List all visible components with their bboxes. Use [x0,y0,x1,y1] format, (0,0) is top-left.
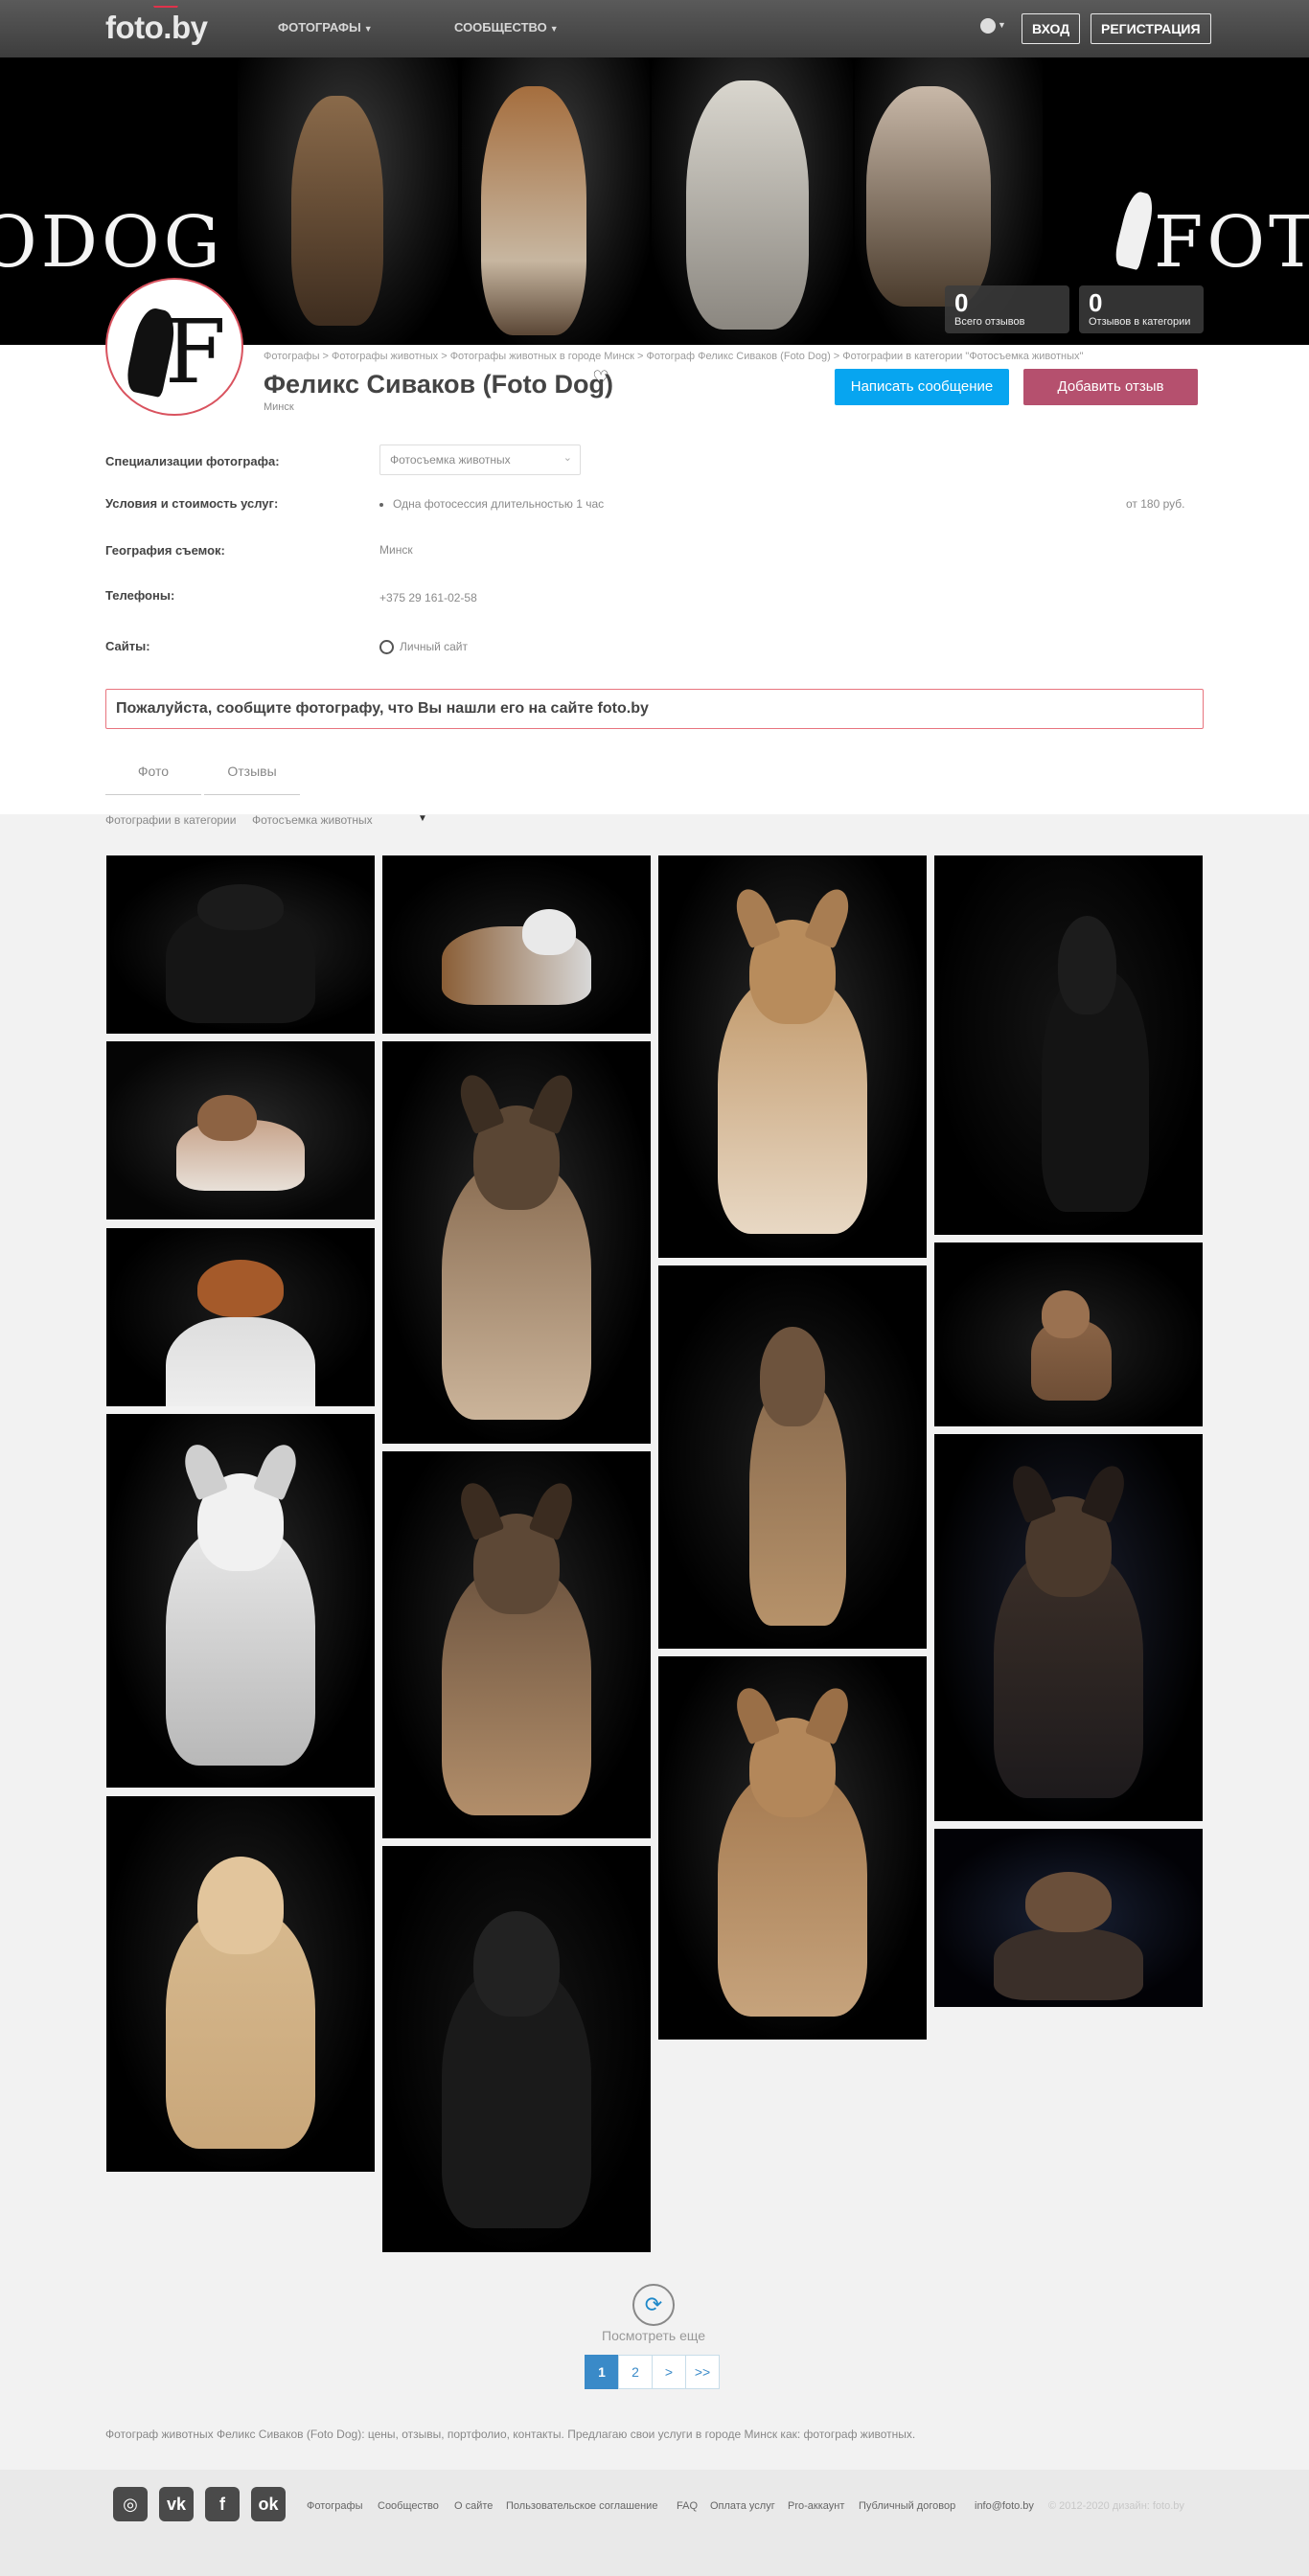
nav-photographers[interactable]: ФОТОГРАФЫ ▼ [278,20,373,34]
footer-link-faq[interactable]: FAQ [677,2500,698,2512]
gallery-photo[interactable] [934,1242,1203,1426]
gallery-photo[interactable] [658,855,927,1258]
gallery-photo[interactable] [934,855,1203,1235]
gallery-photo[interactable] [658,1656,927,2040]
gallery-photo[interactable] [106,1414,375,1788]
spec-label: Специализации фотографа: [105,454,280,468]
logo-roof-icon [149,6,178,15]
specialization-select[interactable]: Фотосъемка животных ⌄ [379,445,581,475]
footer-link-email[interactable]: info@foto.by [975,2500,1034,2512]
profile-section: F Фотографы > Фотографы животных > Фотог… [0,278,1309,814]
next-page-link[interactable]: > [652,2355,686,2389]
banner-brand-text-left: ODOG [0,201,224,284]
banner-photo [652,57,853,345]
gallery-photo[interactable] [106,1228,375,1406]
globe-icon[interactable] [980,18,996,34]
geo-value: Минск [379,543,413,557]
geo-label: География съемок: [105,543,225,558]
tab-reviews[interactable]: Отзывы [204,757,300,795]
banner-photo [238,57,458,345]
profile-city: Минск [264,401,294,413]
bullet-icon [379,502,383,507]
caret-down-icon: ▼ [549,24,559,34]
footer-link-about[interactable]: О сайте [454,2500,493,2512]
terms-item: Одна фотосессия длительностью 1 час [379,497,604,511]
register-button[interactable]: РЕГИСТРАЦИЯ [1091,13,1211,44]
top-navbar: foto.by ФОТОГРАФЫ ▼ СООБЩЕСТВО ▼ ▼ ВХОД РЕ… [0,0,1309,57]
personal-site-label: Личный сайт [400,640,468,653]
dog-silhouette-icon [1112,189,1158,271]
odnoklassniki-icon[interactable]: ok [251,2487,286,2521]
breadcrumb[interactable]: Фотографы > Фотографы животных > Фотогра… [264,351,1083,362]
footer: ◎ vk f ok Фотографы Сообщество О сайте П… [0,2470,1309,2576]
footer-link-payment[interactable]: Оплата услуг [710,2500,775,2512]
category-filter-select[interactable]: Фотосъемка животных [252,813,373,827]
gallery-photo[interactable] [382,1041,651,1444]
gallery-photo[interactable] [934,1829,1203,2007]
stat-number: 0 [1089,288,1103,317]
footer-link-pro[interactable]: Pro-аккаунт [788,2500,844,2512]
sites-label: Сайты: [105,639,150,653]
caret-down-icon: ▼ [363,24,373,34]
total-reviews-stat: 0 Всего отзывов [945,285,1069,333]
instagram-icon[interactable]: ◎ [113,2487,148,2521]
copyright: © 2012-2020 дизайн: foto.by [1048,2500,1184,2512]
tab-photos[interactable]: Фото [105,757,201,795]
last-page-link[interactable]: >> [685,2355,720,2389]
gallery-photo[interactable] [106,1796,375,2172]
phones-label: Телефоны: [105,588,175,603]
show-more-link[interactable]: Посмотреть еще [602,2328,705,2343]
footer-link-photographers[interactable]: Фотографы [307,2500,362,2512]
pagination: 1 2 > >> [585,2355,720,2389]
page-link[interactable]: 1 [585,2355,619,2389]
heart-icon[interactable]: ♡ [592,366,609,390]
stat-label: Отзывов в категории [1089,316,1191,328]
vk-icon[interactable]: vk [159,2487,194,2521]
avatar: F [105,278,243,416]
write-message-button[interactable]: Написать сообщение [835,369,1009,405]
chevron-down-icon: ⌄ [563,452,572,464]
globe-icon [379,640,394,655]
footer-link-community[interactable]: Сообщество [378,2500,439,2512]
avatar-letter: F [165,301,226,403]
site-logo[interactable]: foto.by [105,6,208,46]
found-on-site-notice: Пожалуйста, сообщите фотографу, что Вы н… [105,689,1204,729]
stat-label: Всего отзывов [954,316,1025,328]
phone-value[interactable]: +375 29 161-02-58 [379,591,477,604]
caret-down-icon[interactable]: ▼ [998,20,1006,30]
terms-price: от 180 руб. [1126,497,1185,511]
nav-community[interactable]: СООБЩЕСТВО ▼ [454,20,559,34]
add-review-button[interactable]: Добавить отзыв [1023,369,1198,405]
reload-icon[interactable]: ⟳ [632,2284,675,2326]
gallery-photo[interactable] [106,1041,375,1220]
gallery-photo[interactable] [382,1451,651,1838]
footer-link-contract[interactable]: Публичный договор [859,2500,955,2512]
category-filter-label: Фотографии в категории [105,813,237,827]
gallery-photo[interactable] [658,1265,927,1649]
page-link[interactable]: 2 [618,2355,653,2389]
banner-brand-text-right: FOT [1154,201,1309,284]
caret-down-icon[interactable]: ▼ [418,813,427,824]
personal-site-link[interactable]: Личный сайт [379,640,468,655]
gallery-photo[interactable] [382,1846,651,2252]
specialization-value: Фотосъемка животных [390,453,511,467]
terms-label: Условия и стоимость услуг: [105,496,279,511]
terms-item-text: Одна фотосессия длительностью 1 час [393,497,605,511]
seo-description: Фотограф животных Феликс Сиваков (Foto D… [105,2428,916,2441]
category-reviews-stat: 0 Отзывов в категории [1079,285,1204,333]
footer-link-terms[interactable]: Пользовательское соглашение [506,2500,657,2512]
gallery-photo[interactable] [106,855,375,1034]
gallery-photo[interactable] [934,1434,1203,1821]
stat-number: 0 [954,288,969,317]
gallery-photo[interactable] [382,855,651,1034]
facebook-icon[interactable]: f [205,2487,240,2521]
page-title: Феликс Сиваков (Foto Dog) [264,370,614,399]
login-button[interactable]: ВХОД [1022,13,1081,44]
banner-photo [462,57,650,345]
